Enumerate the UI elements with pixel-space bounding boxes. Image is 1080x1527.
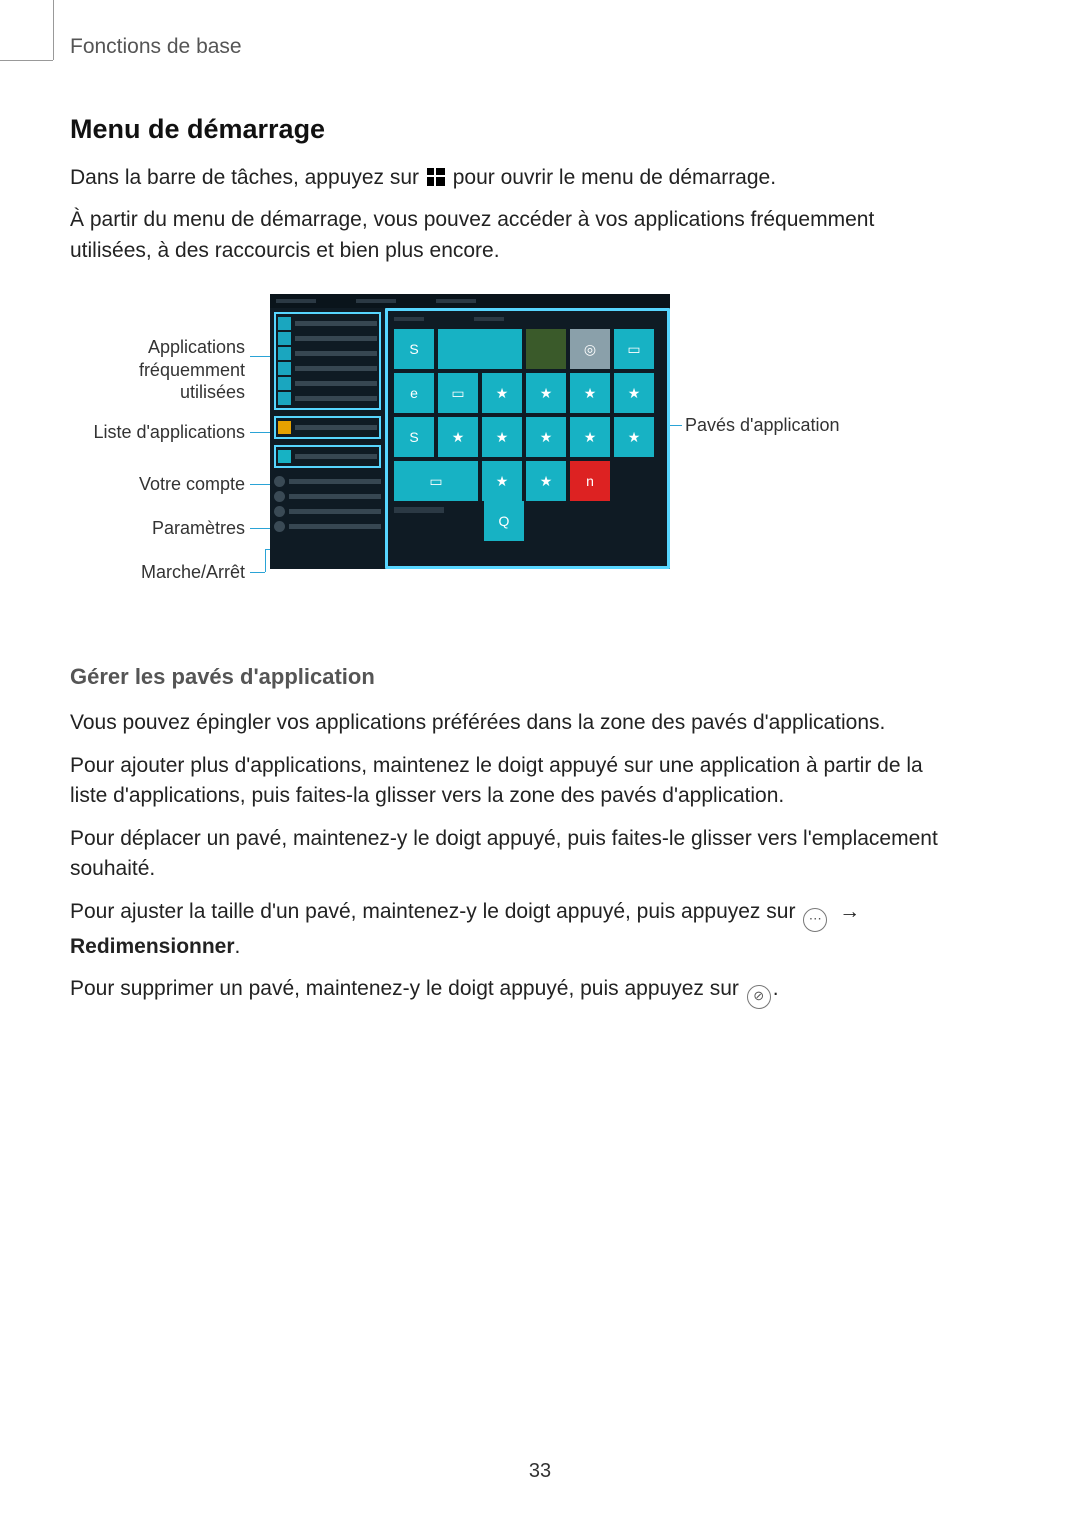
text: Pour ajuster la taille d'un pavé, mainte… — [70, 900, 801, 923]
callout-power: Marche/Arrêt — [70, 561, 245, 584]
text: Pour supprimer un pavé, maintenez-y le d… — [70, 977, 745, 1000]
para-add-apps: Pour ajouter plus d'applications, mainte… — [70, 751, 940, 812]
running-head: Fonctions de base — [70, 35, 940, 59]
region-bottom-icons — [274, 474, 381, 534]
callout-app-tiles: Pavés d'application — [685, 414, 885, 437]
heading-start-menu: Menu de démarrage — [70, 114, 940, 145]
callout-settings: Paramètres — [70, 517, 245, 540]
callout-frequent-apps: Applications fréquemment utilisées — [70, 336, 245, 404]
callout-account: Votre compte — [70, 473, 245, 496]
para-resize-tile: Pour ajuster la taille d'un pavé, mainte… — [70, 897, 940, 962]
more-options-icon: ⋯ — [803, 908, 827, 932]
label-resize: Redimensionner — [70, 935, 235, 958]
region-account — [274, 445, 381, 468]
para-open-start: Dans la barre de tâches, appuyez sur pou… — [70, 163, 940, 193]
heading-manage-tiles: Gérer les pavés d'application — [70, 664, 940, 690]
start-menu-screenshot: S◎▭ e▭★★★★ S★★★★★ ▭★★n Q — [270, 294, 670, 569]
para-remove-tile: Pour supprimer un pavé, maintenez-y le d… — [70, 974, 940, 1009]
para-start-desc: À partir du menu de démarrage, vous pouv… — [70, 205, 940, 266]
page-content: Fonctions de base Menu de démarrage Dans… — [70, 35, 940, 1021]
margin-rule-horizontal — [0, 60, 53, 61]
page-number: 33 — [0, 1460, 1080, 1483]
start-sidebar — [270, 308, 385, 569]
para-pin-favorites: Vous pouvez épingler vos applications pr… — [70, 708, 940, 738]
para-move-tile: Pour déplacer un pavé, maintenez-y le do… — [70, 824, 940, 885]
region-tiles: S◎▭ e▭★★★★ S★★★★★ ▭★★n Q — [385, 308, 670, 569]
start-menu-figure: Applications fréquemment utilisées Liste… — [70, 294, 940, 604]
text: pour ouvrir le menu de démarrage. — [453, 166, 776, 189]
text: Dans la barre de tâches, appuyez sur — [70, 166, 425, 189]
windows-start-icon — [427, 168, 445, 186]
region-apps-list — [274, 416, 381, 439]
margin-rule-vertical — [53, 0, 54, 60]
arrow-icon: → — [839, 900, 860, 923]
region-frequent-apps — [274, 312, 381, 410]
callout-apps-list: Liste d'applications — [70, 421, 245, 444]
unpin-icon: ⊘ — [747, 985, 771, 1009]
